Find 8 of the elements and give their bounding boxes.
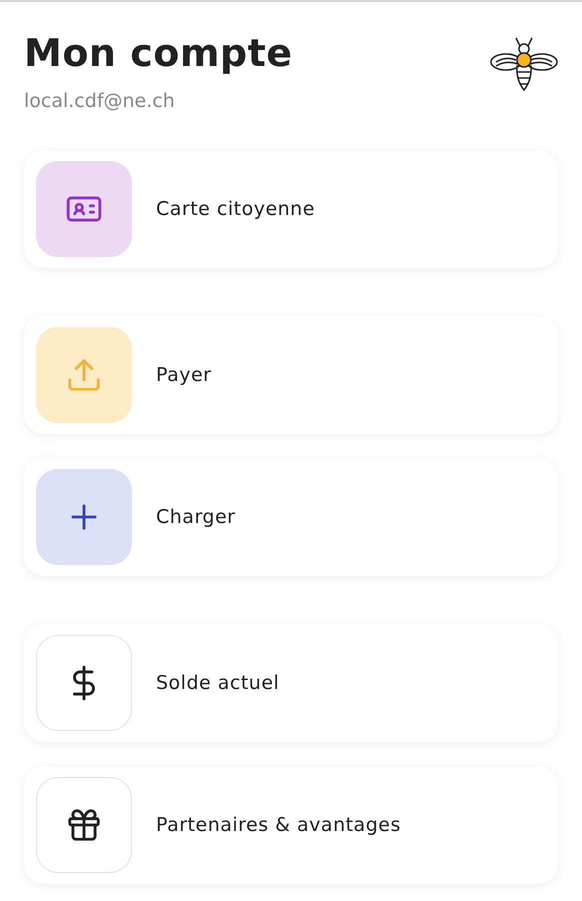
page-title: Mon compte (24, 30, 293, 76)
bee-icon (490, 36, 558, 92)
menu-item[interactable]: Payer (24, 316, 558, 434)
account-email: local.cdf@ne.ch (24, 90, 176, 112)
menu-item[interactable]: Solde actuel (24, 624, 558, 742)
menu-item[interactable]: Partenaires & avantages (24, 766, 558, 884)
menu-item[interactable]: Carte citoyenne (24, 150, 558, 268)
menu-item[interactable]: Charger (24, 458, 558, 576)
